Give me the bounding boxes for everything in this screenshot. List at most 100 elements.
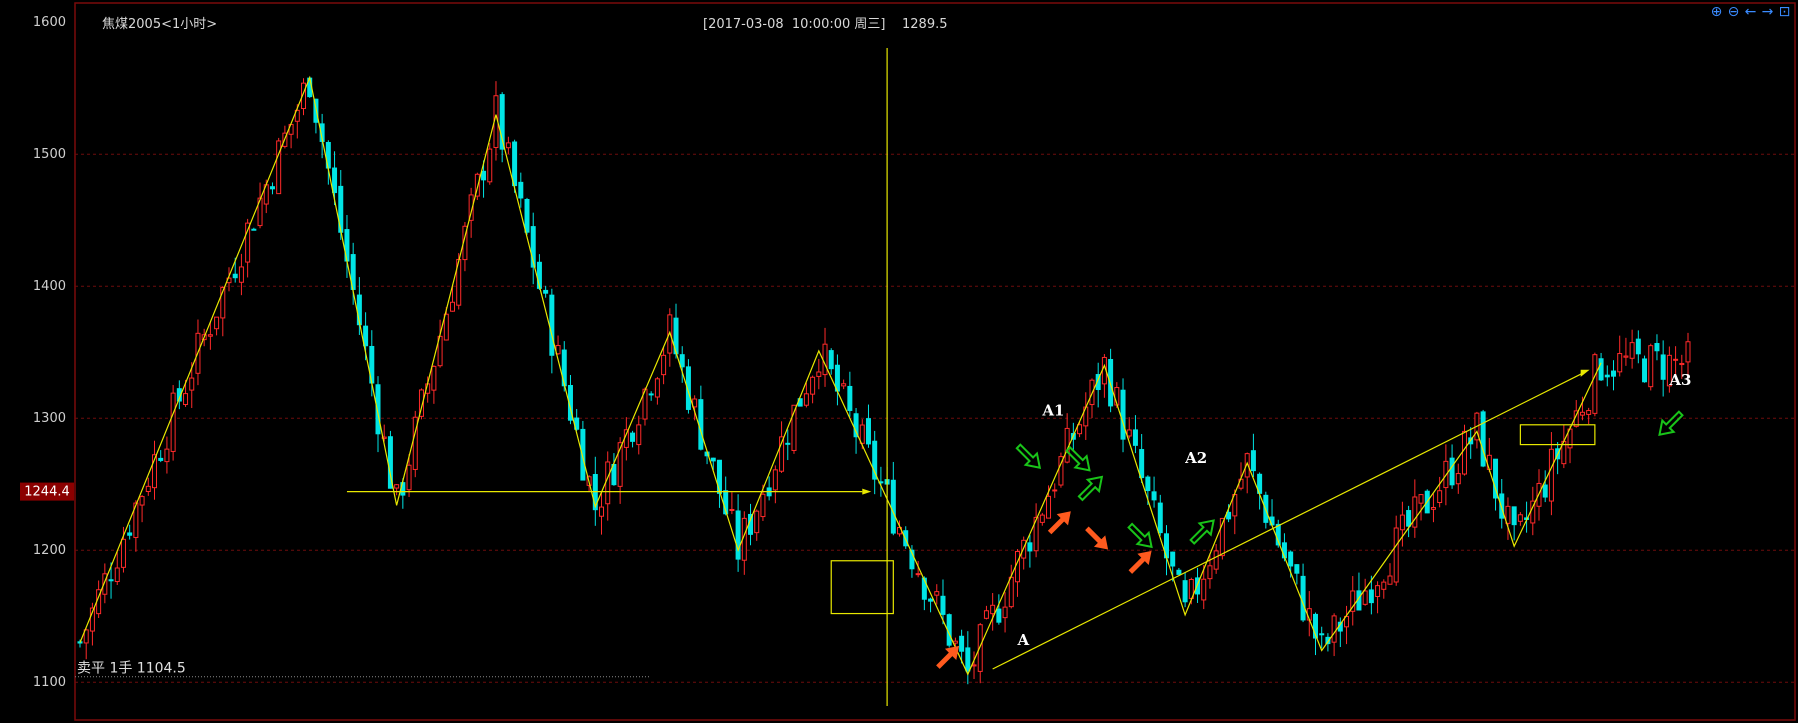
candle xyxy=(1039,512,1045,526)
candle xyxy=(1412,479,1418,538)
candle xyxy=(1418,494,1424,521)
candle xyxy=(1306,591,1312,637)
price-tag-label: 1244.4 xyxy=(24,485,70,500)
candle xyxy=(1002,592,1008,633)
candle xyxy=(1629,329,1635,369)
candle xyxy=(630,430,636,448)
consolidation-box xyxy=(830,560,894,615)
candle xyxy=(158,450,164,463)
candle xyxy=(1089,378,1095,419)
candle xyxy=(530,212,536,285)
candle xyxy=(1399,501,1405,547)
candle xyxy=(139,495,145,523)
candle xyxy=(1344,605,1350,645)
candle xyxy=(505,136,511,154)
scroll-right-icon[interactable]: → xyxy=(1760,4,1775,20)
consolidation-box xyxy=(1519,424,1596,446)
candle xyxy=(1213,544,1219,574)
candle xyxy=(872,430,878,495)
candle xyxy=(841,379,847,390)
cursor-info-readout: [2017-03-08 10:00:00 周三] 1289.5 xyxy=(703,17,948,32)
candle xyxy=(865,404,871,448)
y-tick-label: 1300 xyxy=(33,411,66,426)
candle xyxy=(605,451,611,521)
candle xyxy=(238,253,244,296)
candle xyxy=(1430,493,1436,523)
candle xyxy=(487,143,493,185)
candle xyxy=(1126,417,1132,439)
candle xyxy=(648,391,654,401)
candle xyxy=(1610,360,1616,391)
candle xyxy=(1362,578,1368,606)
y-tick-label: 1100 xyxy=(33,675,66,690)
kline-chart[interactable]: 1100 1200 1300 1400 1500 1600 1244.4 卖平 1手 1104… xyxy=(0,0,1798,723)
wave-label: A1 xyxy=(1041,402,1064,420)
candle xyxy=(996,594,1002,625)
candle xyxy=(766,476,772,501)
zoom-in-icon[interactable]: ⊕ xyxy=(1709,4,1724,20)
candle xyxy=(1182,571,1188,608)
candle xyxy=(1083,392,1089,440)
candle xyxy=(1319,626,1325,649)
candle xyxy=(735,494,741,572)
candle xyxy=(990,593,996,631)
zoom-out-icon[interactable]: ⊖ xyxy=(1726,4,1741,20)
instrument-title: 焦煤2005<1小时> xyxy=(102,17,218,32)
candle xyxy=(127,524,133,540)
restore-icon[interactable]: ⊡ xyxy=(1777,4,1792,20)
candle xyxy=(921,576,927,611)
candle xyxy=(567,374,573,425)
candle xyxy=(276,137,282,195)
candle xyxy=(1058,452,1064,488)
candle xyxy=(1474,411,1480,449)
candle xyxy=(1660,340,1666,397)
candle xyxy=(1132,415,1138,454)
green-arrow xyxy=(1127,522,1153,549)
candle xyxy=(1095,362,1101,408)
candle xyxy=(828,348,834,375)
candle xyxy=(1635,330,1641,364)
candle xyxy=(1021,536,1027,570)
candle xyxy=(1356,572,1362,611)
candle xyxy=(772,465,778,504)
green-arrow xyxy=(1015,443,1042,469)
candle xyxy=(1505,497,1511,540)
candle xyxy=(1648,343,1654,391)
candle xyxy=(785,429,791,461)
candle xyxy=(834,354,840,406)
trend-arrowhead xyxy=(1580,369,1590,377)
candle xyxy=(1064,413,1070,464)
candle xyxy=(1623,337,1629,366)
wave-label: A2 xyxy=(1184,449,1207,467)
candle xyxy=(741,511,747,575)
candle xyxy=(214,316,220,336)
candle xyxy=(654,376,660,405)
candle xyxy=(1387,563,1393,585)
candle xyxy=(1586,407,1592,425)
candle xyxy=(716,459,722,508)
candle xyxy=(822,327,828,387)
candle xyxy=(977,622,983,684)
scroll-left-icon[interactable]: ← xyxy=(1743,4,1758,20)
candle xyxy=(1455,463,1461,494)
candle xyxy=(1027,534,1033,568)
green-arrow xyxy=(1658,410,1684,436)
wave-label: A3 xyxy=(1668,371,1691,389)
candle xyxy=(518,172,524,208)
order-label: 卖平 1手 1104.5 xyxy=(77,660,186,676)
candle xyxy=(369,330,375,397)
candle xyxy=(170,385,176,461)
candle xyxy=(1642,355,1648,383)
candle xyxy=(1604,365,1610,387)
orange-arrow xyxy=(1128,550,1152,574)
candle xyxy=(481,160,487,198)
candle xyxy=(412,410,418,478)
candle xyxy=(983,605,989,620)
candle xyxy=(282,125,288,149)
support-arrowhead xyxy=(862,488,872,495)
candle xyxy=(1300,563,1306,623)
candle xyxy=(1033,503,1039,558)
candle xyxy=(698,385,704,451)
candle xyxy=(1176,567,1182,575)
candle xyxy=(661,346,667,385)
